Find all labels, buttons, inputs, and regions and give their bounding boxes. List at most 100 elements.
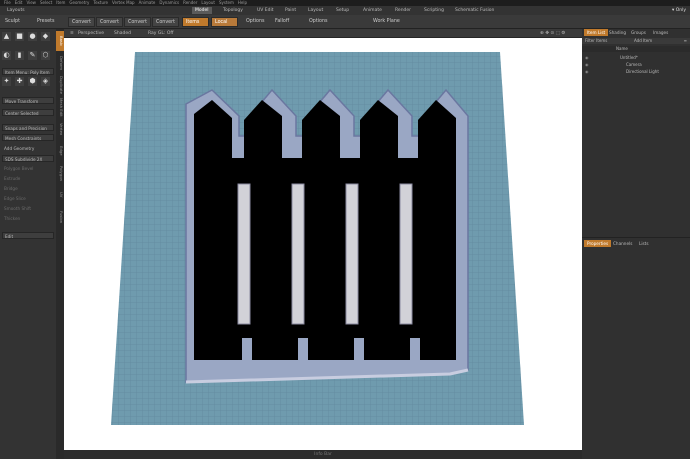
convert-button-1[interactable]: Convert bbox=[68, 17, 95, 27]
presets-button[interactable]: Presets bbox=[34, 17, 57, 27]
options-button-1[interactable]: Options bbox=[243, 17, 268, 27]
center-selected-dropdown[interactable]: Center Selected bbox=[2, 109, 54, 116]
right-tab-item-list[interactable]: Item List bbox=[584, 29, 609, 36]
layout-tab-paint[interactable]: Paint bbox=[282, 7, 299, 14]
add-item-button[interactable]: Add Item bbox=[634, 38, 652, 44]
tool-icon-10[interactable]: ✚ bbox=[15, 77, 24, 86]
layout-tab-schematic-fusion[interactable]: Schematic Fusion bbox=[452, 7, 497, 14]
layout-tab-setup[interactable]: Setup bbox=[333, 7, 352, 14]
bottom-tab-channels[interactable]: Channels bbox=[610, 240, 635, 247]
fence-rib-4[interactable] bbox=[399, 183, 413, 325]
vertical-tab-duplicate[interactable]: Duplicate bbox=[56, 75, 64, 95]
tool-icon-3[interactable]: ● bbox=[28, 32, 37, 41]
vertical-tab-uv[interactable]: UV bbox=[56, 185, 64, 205]
tool-icon-4[interactable]: ◆ bbox=[41, 32, 50, 41]
bottom-tab-lists[interactable]: Lists bbox=[636, 240, 652, 247]
tool-icon-12[interactable]: ◈ bbox=[41, 77, 50, 86]
sculpt-button[interactable]: Sculpt bbox=[2, 17, 23, 27]
shaded-label[interactable]: Shaded bbox=[114, 29, 131, 38]
disabled-tool-polygon-bevel: Polygon Bevel bbox=[4, 166, 34, 171]
only-label: Only bbox=[675, 8, 686, 13]
menu-item-vertex-map[interactable]: Vertex Map bbox=[112, 0, 135, 5]
visibility-eye-icon[interactable]: ◉ bbox=[582, 62, 589, 67]
items-button[interactable]: Items bbox=[182, 17, 209, 27]
snaps-button[interactable]: Snaps and Precision bbox=[2, 124, 54, 131]
item-menu-dropdown[interactable]: Item Menu: Poly Item bbox=[2, 68, 54, 75]
fence-rib-1[interactable] bbox=[237, 183, 251, 325]
filter-items-input[interactable]: Filter Items bbox=[582, 38, 607, 43]
vertical-tab-edge[interactable]: Edge bbox=[56, 141, 64, 161]
menu-item-dynamics[interactable]: Dynamics bbox=[159, 0, 179, 5]
convert-button-2[interactable]: Convert bbox=[96, 17, 123, 27]
move-transform-dropdown[interactable]: Move Transform bbox=[2, 97, 54, 104]
vertical-tab-vertex[interactable]: Vertex bbox=[56, 119, 64, 139]
layout-tab-render[interactable]: Render bbox=[392, 7, 414, 14]
visibility-eye-icon[interactable]: ◉ bbox=[582, 69, 589, 74]
layout-tab-layout[interactable]: Layout bbox=[305, 7, 326, 14]
layout-tab-animate[interactable]: Animate bbox=[360, 7, 385, 14]
tool-icon-2[interactable]: ■ bbox=[15, 32, 24, 41]
viewport-menu-icon[interactable]: ≡ bbox=[70, 29, 74, 38]
right-tab-shading[interactable]: Shading bbox=[606, 29, 629, 36]
vertical-tab-polygon[interactable]: Polygon bbox=[56, 163, 64, 183]
menu-item-view[interactable]: View bbox=[26, 0, 36, 5]
fence-rib-2[interactable] bbox=[291, 183, 305, 325]
edit-dropdown[interactable]: Edit bbox=[2, 232, 54, 239]
viewport-canvas[interactable] bbox=[64, 38, 582, 450]
layout-tab-uv-edit[interactable]: UV Edit bbox=[254, 7, 277, 14]
vertical-tab-basic[interactable]: Basic bbox=[56, 31, 64, 51]
menu-item-animate[interactable]: Animate bbox=[139, 0, 156, 5]
item-label: Directional Light bbox=[626, 69, 659, 74]
item-label: Untitled* bbox=[620, 55, 638, 60]
tool-icon-11[interactable]: ⬢ bbox=[28, 77, 37, 86]
visibility-eye-icon[interactable]: ◉ bbox=[582, 55, 589, 60]
only-toggle[interactable]: ▾ Only bbox=[672, 7, 686, 14]
convert-button-3[interactable]: Convert bbox=[124, 17, 151, 27]
tool-icon-8[interactable]: ⬡ bbox=[41, 51, 50, 60]
tool-icon-1[interactable]: ▲ bbox=[2, 32, 11, 41]
item-label: Camera bbox=[626, 62, 642, 67]
tool-icon-6[interactable]: ▮ bbox=[15, 51, 24, 60]
menu-item-item[interactable]: Item bbox=[56, 0, 65, 5]
menu-item-edit[interactable]: Edit bbox=[15, 0, 23, 5]
viewport[interactable] bbox=[64, 38, 582, 450]
tool-icon-7[interactable]: ✎ bbox=[28, 51, 37, 60]
convert-button-4[interactable]: Convert bbox=[152, 17, 179, 27]
falloff-button[interactable]: Falloff bbox=[272, 17, 292, 27]
vertical-tab-deform[interactable]: Deform bbox=[56, 53, 64, 73]
layout-tab-layouts[interactable]: Layouts bbox=[4, 7, 28, 14]
perspective-label[interactable]: Perspective bbox=[78, 29, 104, 38]
tool-icon-9[interactable]: ✦ bbox=[2, 77, 11, 86]
layout-tab-scripting[interactable]: Scripting bbox=[421, 7, 447, 14]
item-list-row[interactable]: ◉ Untitled* bbox=[582, 55, 690, 61]
subdivide-button[interactable]: SDS Subdivide 2X bbox=[2, 155, 54, 162]
item-list-row[interactable]: ◉ Directional Light bbox=[582, 69, 690, 75]
layout-tab-topology[interactable]: Topology bbox=[220, 7, 246, 14]
menu-item-texture[interactable]: Texture bbox=[93, 0, 108, 5]
menu-item-render[interactable]: Render bbox=[183, 0, 197, 5]
menu-item-geometry[interactable]: Geometry bbox=[69, 0, 89, 5]
options-button-2[interactable]: Options bbox=[306, 17, 331, 27]
ray-gl-label[interactable]: Ray GL: Off bbox=[148, 29, 173, 38]
right-tab-images[interactable]: Images bbox=[650, 29, 671, 36]
vertical-tab-fusion[interactable]: Fusion bbox=[56, 207, 64, 227]
bottom-tab-properties[interactable]: Properties bbox=[584, 240, 612, 247]
right-tab-groups[interactable]: Groups bbox=[628, 29, 649, 36]
menu-item-system[interactable]: System bbox=[219, 0, 234, 5]
fence-rib-3[interactable] bbox=[345, 183, 359, 325]
menu-item-layout[interactable]: Layout bbox=[201, 0, 215, 5]
item-list-row[interactable]: ◉ Camera bbox=[582, 62, 690, 68]
menu-item-file[interactable]: File bbox=[4, 0, 11, 5]
layout-tab-model[interactable]: Model bbox=[192, 7, 212, 14]
tool-icon-5[interactable]: ◐ bbox=[2, 51, 11, 60]
viewport-nav-icons[interactable]: ⊕ ✥ ⊙ ⬚ ⚙ bbox=[540, 29, 565, 38]
disabled-tool-smooth-shift: Smooth Shift bbox=[4, 206, 32, 211]
viewport-footer: Info Bar bbox=[64, 450, 582, 459]
vertical-tab-mesh-edit[interactable]: Mesh Edit bbox=[56, 97, 64, 117]
work-plane-button[interactable]: Work Plane bbox=[370, 17, 403, 27]
mesh-constraints-button[interactable]: Mesh Constraints bbox=[2, 134, 54, 141]
panel-menu-icon[interactable]: ≡ bbox=[684, 38, 687, 44]
menu-item-select[interactable]: Select bbox=[40, 0, 52, 5]
local-button[interactable]: Local bbox=[211, 17, 238, 27]
menu-item-help[interactable]: Help bbox=[238, 0, 247, 5]
